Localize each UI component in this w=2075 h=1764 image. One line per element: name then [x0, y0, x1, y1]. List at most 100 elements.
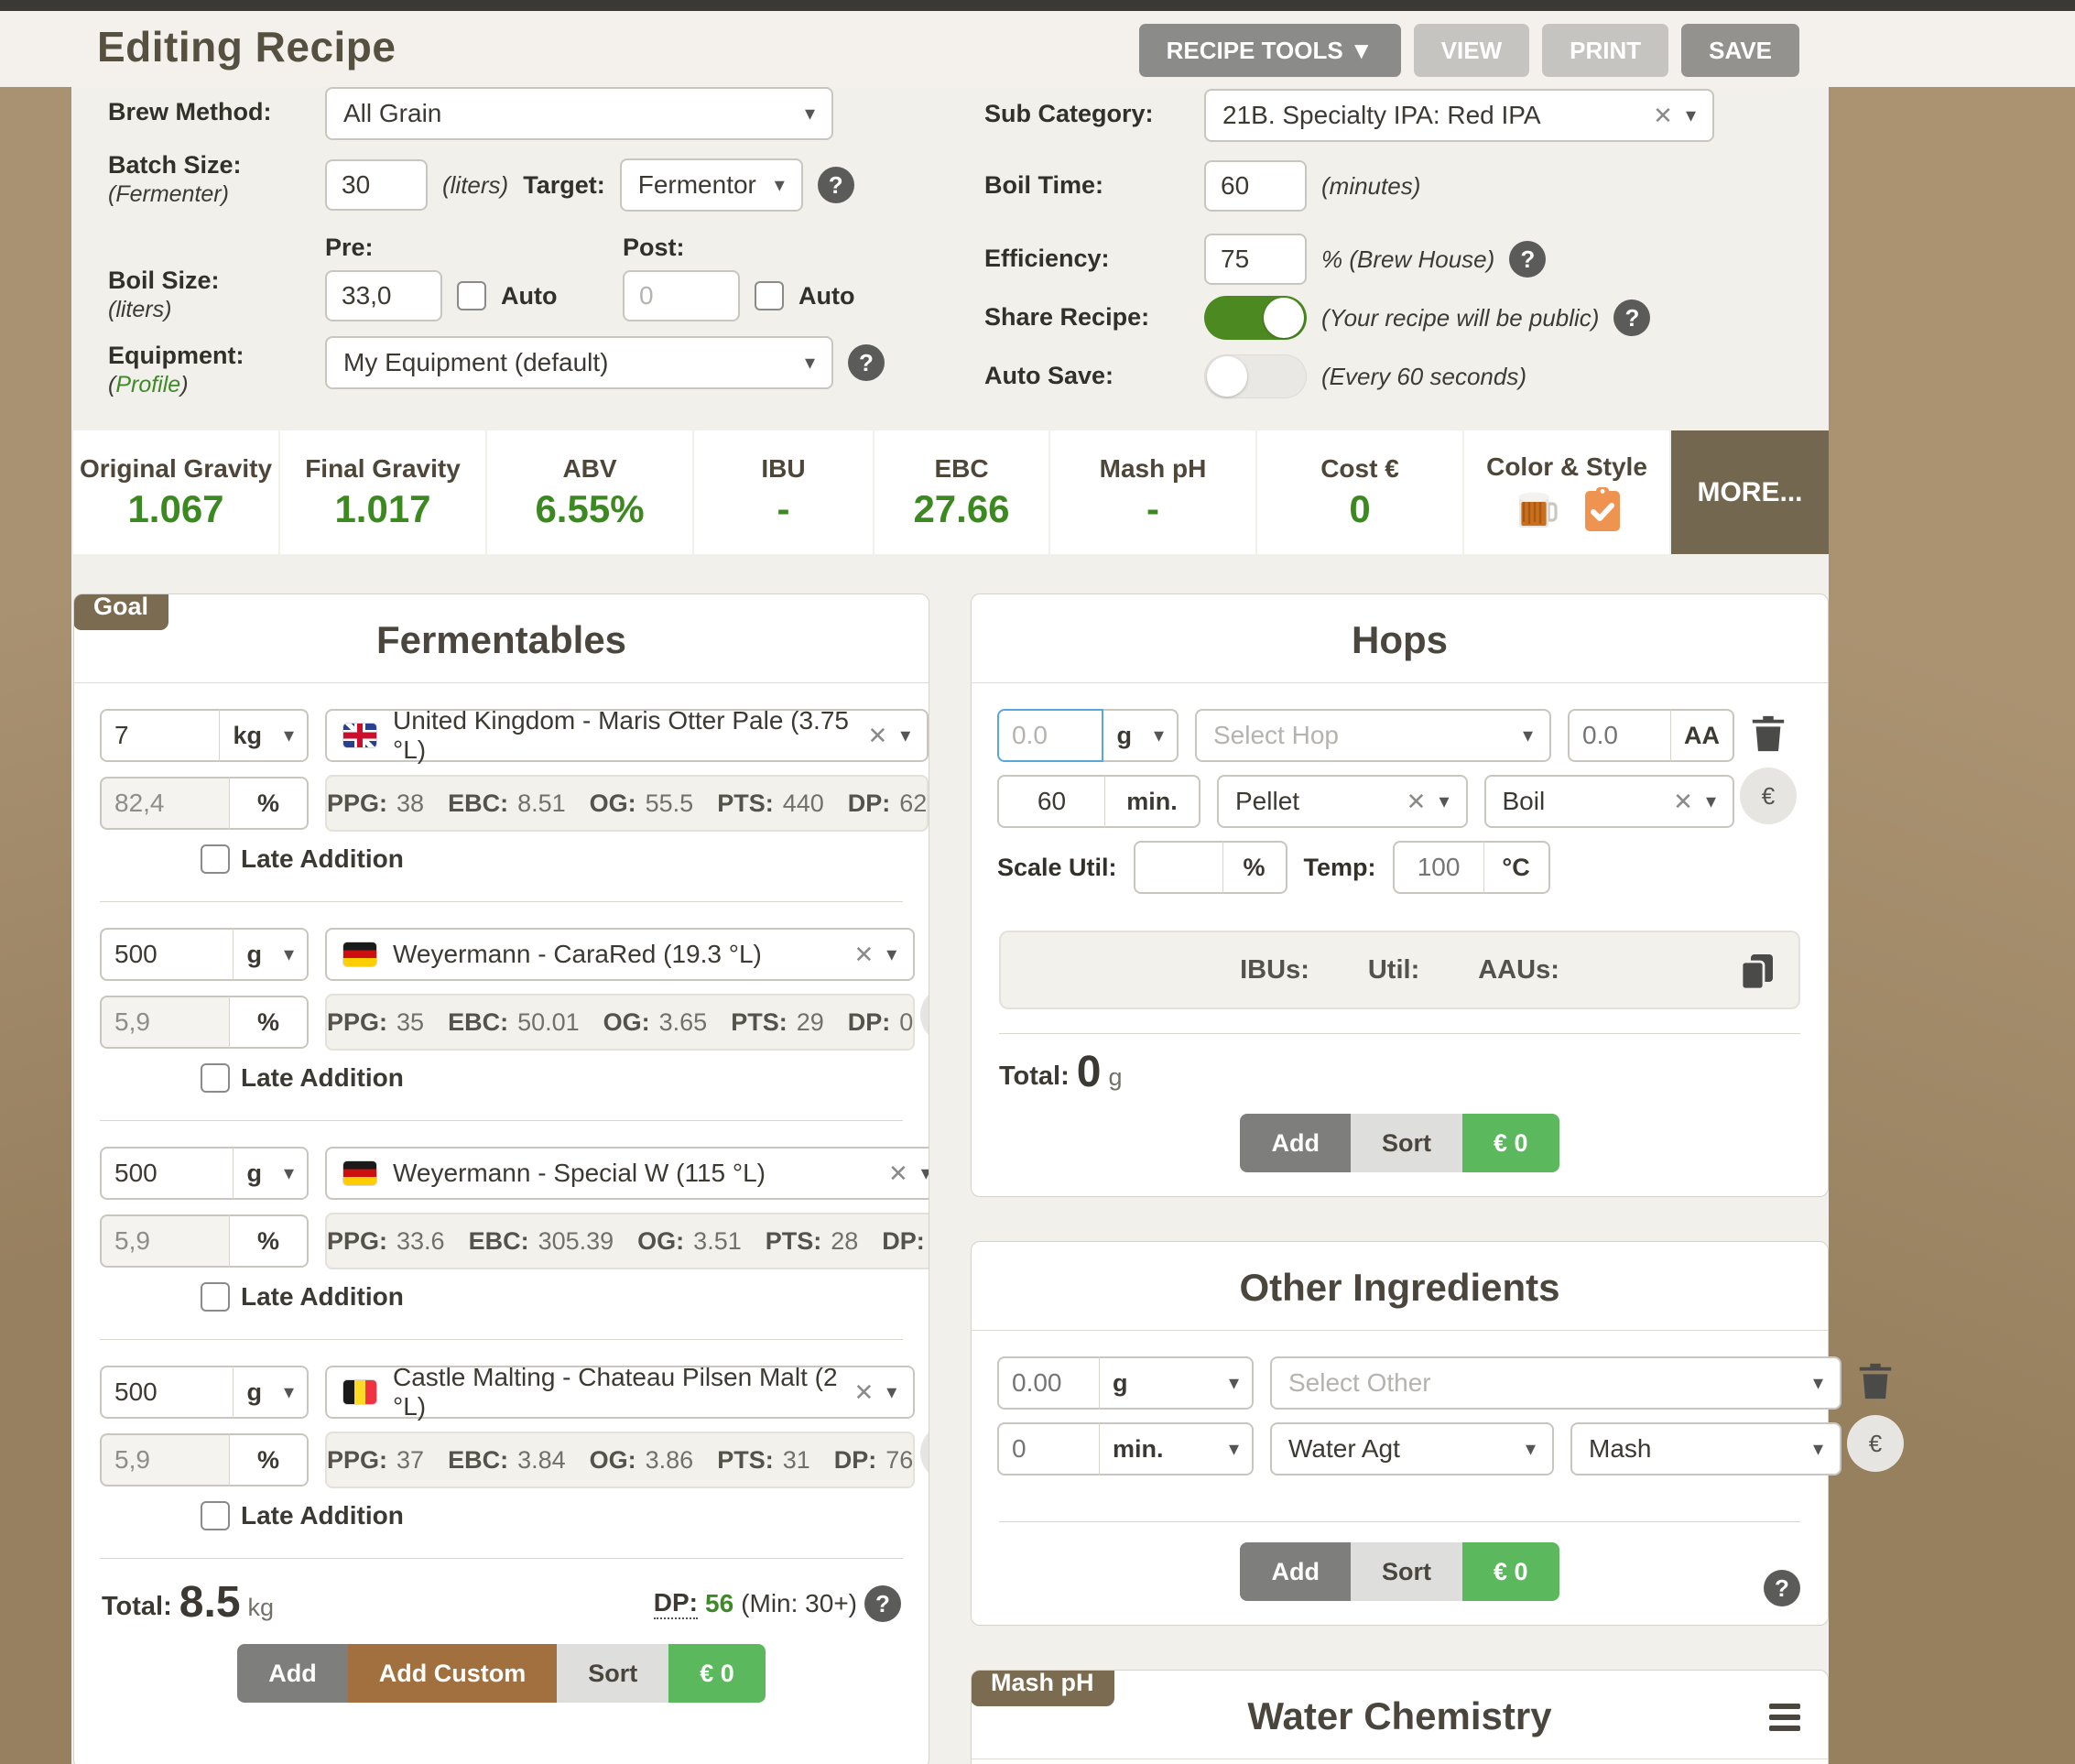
- hop-aa-input[interactable]: [1582, 721, 1657, 750]
- euro-cost-button[interactable]: €: [1847, 1415, 1904, 1472]
- brew-method-select[interactable]: All Grain ▾: [325, 87, 833, 140]
- clear-icon[interactable]: ✕: [853, 941, 874, 969]
- equipment-select[interactable]: My Equipment (default) ▾: [325, 336, 833, 389]
- fermentables-title: Fermentables: [74, 594, 929, 682]
- fermentable-qty-input[interactable]: [114, 1159, 220, 1188]
- add-other-button[interactable]: Add: [1240, 1542, 1350, 1601]
- dp-help-icon[interactable]: ?: [864, 1585, 901, 1622]
- more-stats-button[interactable]: MORE...: [1671, 430, 1829, 554]
- hops-cost-button[interactable]: € 0: [1462, 1114, 1559, 1172]
- efficiency-input[interactable]: [1204, 234, 1307, 285]
- chevron-down-icon: ▾: [805, 351, 815, 375]
- equipment-profile-link[interactable]: (Profile): [108, 372, 189, 398]
- equipment-help-icon[interactable]: ?: [848, 344, 885, 381]
- other-time-input[interactable]: [1012, 1434, 1086, 1464]
- fermentable-select[interactable]: Weyermann - CaraRed (19.3 °L) ✕ ▾: [325, 928, 915, 981]
- chevron-down-icon: ▾: [1706, 789, 1716, 813]
- fermentable-select[interactable]: Weyermann - Special W (115 °L) ✕ ▾: [325, 1147, 929, 1200]
- share-recipe-help-icon[interactable]: ?: [1613, 299, 1650, 336]
- fermentables-cost-button[interactable]: € 0: [668, 1644, 766, 1703]
- fermentable-select[interactable]: Castle Malting - Chateau Pilsen Malt (2 …: [325, 1366, 915, 1419]
- fermentable-select[interactable]: United Kingdom - Maris Otter Pale (3.75 …: [325, 709, 929, 762]
- fermentable-percent-input[interactable]: [114, 1007, 216, 1037]
- efficiency-label: Efficiency:: [984, 245, 1110, 273]
- other-use-select[interactable]: Mash ▾: [1570, 1422, 1841, 1475]
- fermentable-percent-input[interactable]: [114, 1445, 216, 1475]
- hop-unit-select[interactable]: g▾: [1103, 709, 1179, 762]
- other-select[interactable]: Select Other ▾: [1270, 1356, 1841, 1410]
- view-button[interactable]: VIEW: [1414, 24, 1529, 77]
- auto-save-toggle[interactable]: [1204, 354, 1307, 398]
- germany-flag-icon: [343, 1161, 376, 1185]
- fermentable-qty-input[interactable]: [114, 721, 206, 750]
- hop-select[interactable]: Select Hop ▾: [1195, 709, 1551, 762]
- clear-icon[interactable]: ✕: [1407, 788, 1427, 816]
- copy-icon[interactable]: [1740, 953, 1775, 991]
- batch-size-input[interactable]: [325, 159, 428, 211]
- hop-use-select[interactable]: Boil ✕ ▾: [1484, 775, 1735, 828]
- menu-icon[interactable]: [1769, 1704, 1800, 1737]
- fermentable-stats-pill: PPG:33.6 EBC:305.39 OG:3.51 PTS:28 DP:0: [325, 1213, 929, 1269]
- other-help-icon[interactable]: ?: [1764, 1570, 1800, 1606]
- late-addition-checkbox[interactable]: [201, 1501, 230, 1530]
- late-addition-checkbox[interactable]: [201, 844, 230, 874]
- euro-cost-button[interactable]: €: [1740, 768, 1797, 824]
- add-fermentable-button[interactable]: Add: [237, 1644, 347, 1703]
- hops-panel: Hops g▾ Select Hop: [971, 593, 1829, 1197]
- sort-fermentables-button[interactable]: Sort: [557, 1644, 668, 1703]
- fermentable-percent-input[interactable]: [114, 789, 216, 818]
- add-custom-fermentable-button[interactable]: Add Custom: [348, 1644, 557, 1703]
- post-boil-input[interactable]: [623, 270, 740, 321]
- post-auto-checkbox[interactable]: [755, 281, 784, 310]
- target-select[interactable]: Fermentor ▾: [620, 158, 803, 212]
- chevron-down-icon: ▾: [900, 724, 910, 747]
- clear-icon[interactable]: ✕: [867, 722, 887, 750]
- clear-icon[interactable]: ✕: [888, 1160, 908, 1188]
- clear-icon[interactable]: ✕: [1653, 102, 1673, 130]
- other-unit-select[interactable]: g▾: [1100, 1356, 1254, 1410]
- clear-icon[interactable]: ✕: [1673, 788, 1693, 816]
- other-qty-input[interactable]: [1012, 1368, 1086, 1398]
- late-addition-checkbox[interactable]: [201, 1063, 230, 1093]
- boil-time-input[interactable]: [1204, 160, 1307, 212]
- fermentable-unit-select[interactable]: g▾: [234, 1366, 309, 1419]
- efficiency-help-icon[interactable]: ?: [1509, 241, 1546, 278]
- recipe-tools-button[interactable]: RECIPE TOOLS ▼: [1139, 24, 1401, 77]
- hop-type-select[interactable]: Pellet ✕ ▾: [1217, 775, 1468, 828]
- other-cost-button[interactable]: € 0: [1462, 1542, 1559, 1601]
- sub-category-select[interactable]: 21B. Specialty IPA: Red IPA ✕ ▾: [1204, 89, 1714, 142]
- pre-boil-input[interactable]: [325, 270, 442, 321]
- pre-auto-checkbox[interactable]: [457, 281, 486, 310]
- fermentable-stats-pill: PPG:38 EBC:8.51 OG:55.5 PTS:440 DP:62: [325, 775, 929, 832]
- print-button[interactable]: PRINT: [1542, 24, 1668, 77]
- trash-icon[interactable]: [1749, 713, 1787, 755]
- fermentable-qty-input[interactable]: [114, 1377, 220, 1407]
- fermentable-unit-select[interactable]: g▾: [234, 928, 309, 981]
- hop-qty-input[interactable]: [1012, 721, 1089, 750]
- euro-cost-button[interactable]: €: [920, 986, 929, 1043]
- fermentable-qty-input[interactable]: [114, 940, 220, 969]
- mash-ph-badge[interactable]: Mash pH: [971, 1670, 1114, 1706]
- fermentable-unit-select[interactable]: kg▾: [220, 709, 309, 762]
- euro-cost-button[interactable]: €: [920, 1424, 929, 1481]
- other-type-select[interactable]: Water Agt ▾: [1270, 1422, 1554, 1475]
- fermentable-unit-select[interactable]: g▾: [234, 1147, 309, 1200]
- target-help-icon[interactable]: ?: [818, 167, 854, 203]
- fermentable-percent-input[interactable]: [114, 1226, 216, 1256]
- scale-util-input[interactable]: [1148, 853, 1210, 882]
- stat-color-style[interactable]: Color & Style: [1464, 430, 1669, 554]
- temp-input[interactable]: [1407, 853, 1471, 882]
- belgium-flag-icon: [343, 1380, 376, 1404]
- trash-icon[interactable]: [1856, 1360, 1895, 1402]
- hop-time-input[interactable]: [1012, 787, 1092, 816]
- late-addition-checkbox[interactable]: [201, 1282, 230, 1312]
- sort-hops-button[interactable]: Sort: [1351, 1114, 1462, 1172]
- dp-label: DP:: [654, 1588, 698, 1619]
- other-time-unit-select[interactable]: min.▾: [1100, 1422, 1254, 1475]
- goal-badge[interactable]: Goal: [73, 593, 168, 630]
- save-button[interactable]: SAVE: [1681, 24, 1799, 77]
- clear-icon[interactable]: ✕: [853, 1378, 874, 1407]
- share-recipe-toggle[interactable]: [1204, 296, 1307, 340]
- sort-other-button[interactable]: Sort: [1351, 1542, 1462, 1601]
- add-hop-button[interactable]: Add: [1240, 1114, 1350, 1172]
